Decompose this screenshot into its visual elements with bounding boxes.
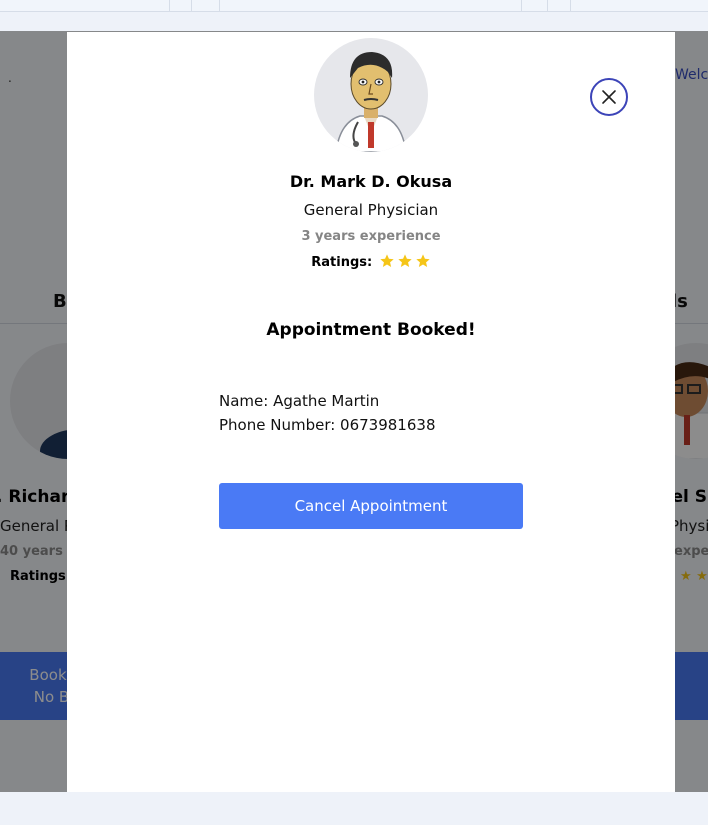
close-icon <box>602 90 616 104</box>
close-button[interactable] <box>590 78 628 116</box>
doctor-ratings: Ratings: <box>67 253 675 270</box>
table-cell <box>170 0 192 11</box>
table-cell <box>0 0 170 11</box>
table-cell <box>522 0 548 11</box>
appointment-booked-title: Appointment Booked! <box>266 320 476 340</box>
top-table-strip <box>0 0 708 12</box>
page: . Welc B ls . Richard General P 40 years… <box>0 0 708 825</box>
bottom-strip <box>0 792 708 825</box>
rating-stars <box>377 254 431 270</box>
table-cell <box>220 0 522 11</box>
table-cell <box>548 0 571 11</box>
cancel-appointment-button[interactable]: Cancel Appointment <box>219 483 523 529</box>
doctor-experience: 3 years experience <box>301 229 441 244</box>
appointment-modal: Dr. Mark D. Okusa General Physician 3 ye… <box>67 32 675 792</box>
table-cell <box>192 0 220 11</box>
ratings-label: Ratings: <box>311 255 373 270</box>
doctor-illustration <box>335 52 407 152</box>
patient-name: Name: Agathe Martin <box>219 392 380 410</box>
star-icon <box>398 254 412 267</box>
doctor-avatar <box>314 38 428 152</box>
star-icon <box>380 254 394 267</box>
patient-phone: Phone Number: 0673981638 <box>219 416 436 434</box>
doctor-name: Dr. Mark D. Okusa <box>289 172 453 191</box>
doctor-specialty: General Physician <box>303 201 439 219</box>
star-icon <box>416 254 430 267</box>
